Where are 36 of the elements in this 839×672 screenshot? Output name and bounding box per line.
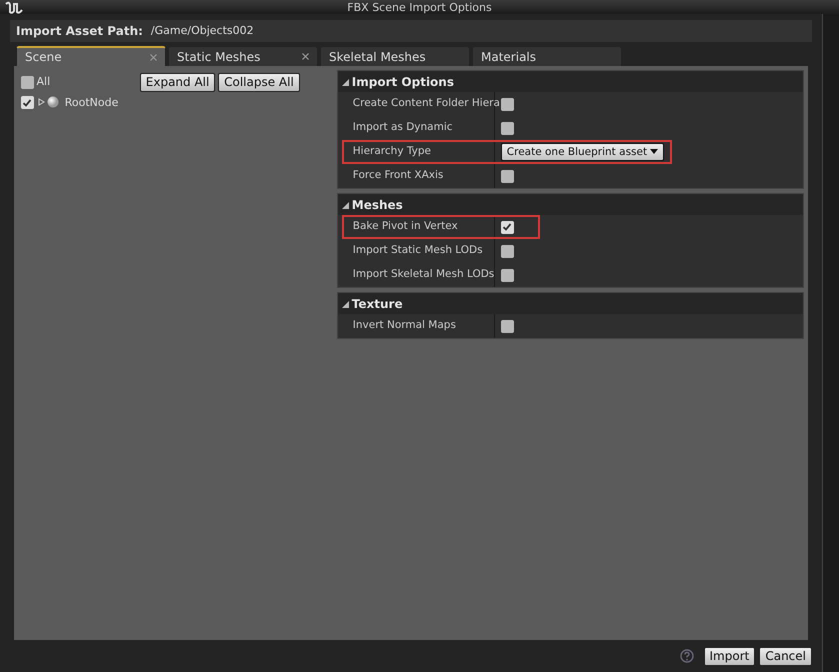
node-label[interactable]: RootNode: [64, 94, 118, 111]
checkbox[interactable]: [500, 244, 514, 258]
checkbox[interactable]: [20, 96, 34, 110]
checkbox[interactable]: [500, 268, 514, 282]
path-value: /Game/Objects002: [150, 22, 254, 39]
property-label: Import Static Mesh LODs: [338, 239, 495, 263]
dropdown[interactable]: Create one Blueprint asset: [500, 143, 664, 161]
section-header[interactable]: Meshes: [338, 194, 803, 215]
tab[interactable]: Materials: [472, 46, 622, 66]
help-icon[interactable]: [680, 648, 694, 664]
tree-button[interactable]: Collapse All: [218, 72, 300, 92]
property-label: Invert Normal Maps: [338, 314, 495, 338]
checkbox[interactable]: [500, 122, 514, 134]
checkbox[interactable]: [500, 320, 514, 332]
window-title: FBX Scene Import Options: [347, 1, 492, 14]
property-label: Import as Dynamic: [338, 116, 495, 140]
property-label: Import Skeletal Mesh LODs: [338, 263, 495, 287]
tab[interactable]: Skeletal Meshes: [320, 46, 470, 66]
all-label: All: [36, 74, 50, 90]
property-label: Force Front XAxis: [338, 164, 495, 188]
checkbox[interactable]: [500, 98, 514, 110]
path-label: Import Asset Path:: [16, 23, 143, 40]
property-label: Bake Pivot in Vertex: [338, 215, 495, 239]
tab[interactable]: Scene: [16, 46, 166, 66]
section-header[interactable]: Import Options: [338, 71, 803, 92]
checkbox[interactable]: [500, 170, 514, 182]
close-icon[interactable]: [302, 53, 309, 60]
tab[interactable]: Static Meshes: [168, 46, 318, 66]
dialog-button[interactable]: Cancel: [759, 646, 812, 666]
dialog-button[interactable]: Import: [704, 646, 756, 666]
tree-button[interactable]: Expand All: [140, 72, 216, 92]
logo-icon: [4, 0, 24, 16]
checkbox[interactable]: [500, 220, 514, 234]
checkbox[interactable]: [20, 76, 34, 89]
section-header[interactable]: Texture: [338, 293, 803, 314]
property-label: Hierarchy Type: [338, 140, 495, 164]
